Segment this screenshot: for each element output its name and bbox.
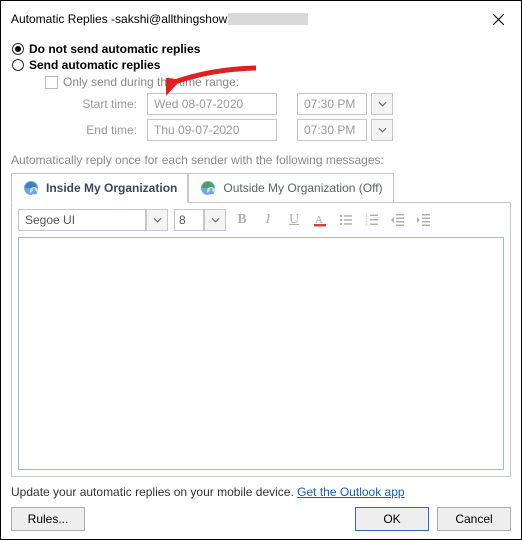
italic-button[interactable]: I <box>258 210 278 230</box>
end-time-dropdown[interactable] <box>371 119 393 141</box>
chevron-down-icon <box>153 217 162 223</box>
get-outlook-app-link[interactable]: Get the Outlook app <box>297 485 404 499</box>
cancel-button[interactable]: Cancel <box>437 507 511 531</box>
tab-outside-org[interactable]: Outside My Organization (Off) <box>188 173 393 202</box>
radio-send-row[interactable]: Send automatic replies <box>11 58 511 72</box>
inside-org-icon <box>22 179 40 197</box>
start-time-dropdown[interactable] <box>371 93 393 115</box>
font-color-button[interactable]: A <box>310 210 330 230</box>
dialog-body: Do not send automatic replies Send autom… <box>1 37 521 539</box>
close-icon <box>493 14 504 25</box>
font-size-dropdown[interactable] <box>204 209 226 231</box>
window-title: Automatic Replies - sakshi@allthingshow <box>11 12 308 26</box>
time-range-block: Only send during this time range: Start … <box>45 75 511 141</box>
button-row: Rules... OK Cancel <box>11 507 511 531</box>
editor-frame: Segoe UI 8 B I U A 123 <box>11 202 511 477</box>
footer-note: Update your automatic replies on your mo… <box>11 485 511 499</box>
tab-outside-label: Outside My Organization (Off) <box>223 181 382 195</box>
number-list-button[interactable]: 123 <box>362 210 382 230</box>
end-date-combo[interactable]: Thu 09-07-2020 <box>147 119 277 141</box>
time-grid: Start time: Wed 08-07-2020 07:30 PM End … <box>63 93 511 141</box>
start-date-combo[interactable]: Wed 08-07-2020 <box>147 93 277 115</box>
title-prefix: Automatic Replies - <box>11 12 115 26</box>
radio-do-not-send[interactable] <box>12 43 24 55</box>
editor-toolbar: Segoe UI 8 B I U A 123 <box>18 209 504 231</box>
automatic-replies-dialog: Automatic Replies - sakshi@allthingshow … <box>0 0 522 540</box>
titlebar: Automatic Replies - sakshi@allthingshow <box>1 1 521 37</box>
radio-do-not-send-row[interactable]: Do not send automatic replies <box>11 42 511 56</box>
tab-inside-org[interactable]: Inside My Organization <box>11 173 188 203</box>
time-range-checkbox-row: Only send during this time range: <box>45 75 511 89</box>
start-time-label: Start time: <box>63 97 143 111</box>
chevron-down-icon <box>378 127 387 133</box>
message-editor[interactable] <box>18 237 504 470</box>
outdent-icon <box>390 212 406 228</box>
bold-button[interactable]: B <box>232 210 252 230</box>
number-list-icon: 123 <box>364 212 380 228</box>
tabs: Inside My Organization Outside My Organi… <box>11 173 511 202</box>
bullet-list-button[interactable] <box>336 210 356 230</box>
chevron-down-icon <box>378 101 387 107</box>
svg-text:3: 3 <box>365 223 368 228</box>
title-email: sakshi@allthingshow <box>115 12 227 26</box>
indent-button[interactable] <box>414 210 434 230</box>
start-time-combo[interactable]: 07:30 PM <box>297 93 367 115</box>
indent-icon <box>416 212 432 228</box>
bullet-list-icon <box>338 212 354 228</box>
chevron-down-icon <box>211 217 220 223</box>
end-time-combo[interactable]: 07:30 PM <box>297 119 367 141</box>
ok-button[interactable]: OK <box>355 507 429 531</box>
end-time-label: End time: <box>63 123 143 137</box>
outdent-button[interactable] <box>388 210 408 230</box>
radio-send-label: Send automatic replies <box>29 58 160 72</box>
footer-text: Update your automatic replies on your mo… <box>11 485 297 499</box>
section-note: Automatically reply once for each sender… <box>11 153 511 167</box>
title-redacted <box>228 13 308 25</box>
outside-org-icon <box>199 179 217 197</box>
time-range-checkbox[interactable] <box>45 76 58 89</box>
radio-do-not-send-label: Do not send automatic replies <box>29 42 200 56</box>
time-range-checkbox-label: Only send during this time range: <box>63 75 239 89</box>
rules-button[interactable]: Rules... <box>11 507 85 531</box>
font-name-combo[interactable]: Segoe UI <box>18 209 168 231</box>
tab-inside-label: Inside My Organization <box>46 181 177 195</box>
font-size-combo[interactable]: 8 <box>174 209 226 231</box>
underline-button[interactable]: U <box>284 210 304 230</box>
radio-send[interactable] <box>12 59 24 71</box>
font-name-dropdown[interactable] <box>146 209 168 231</box>
close-button[interactable] <box>481 7 515 31</box>
font-color-icon: A <box>312 212 328 228</box>
